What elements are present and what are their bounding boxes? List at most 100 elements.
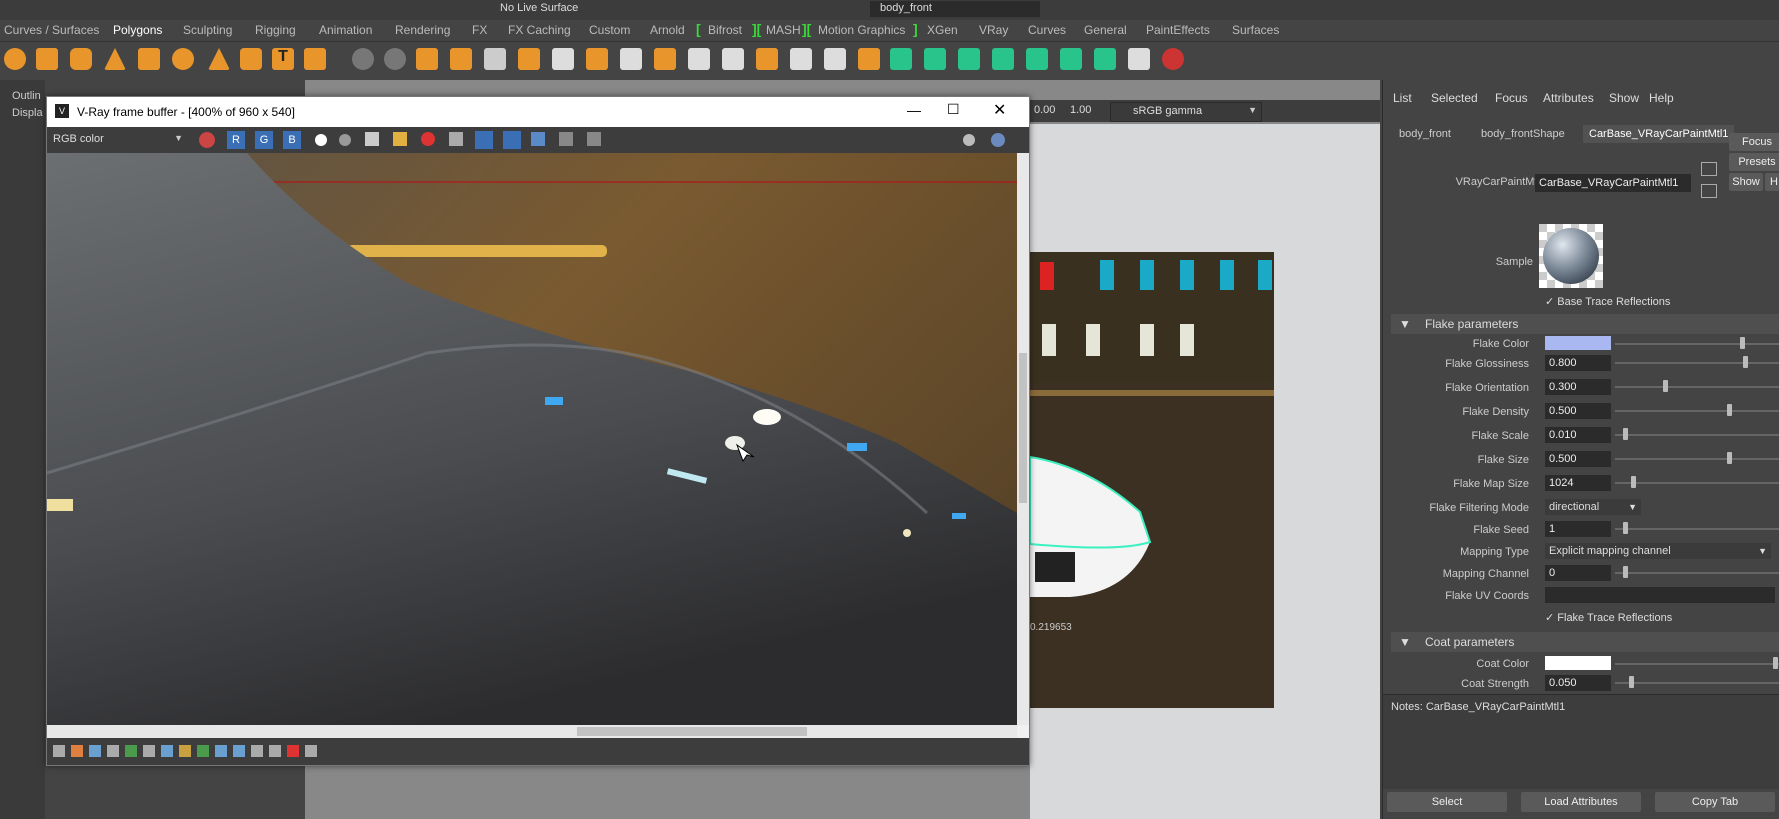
- display-label[interactable]: Displa: [12, 107, 43, 119]
- coat-color-knob[interactable]: [1773, 657, 1778, 669]
- quadrangulate-icon[interactable]: [654, 48, 676, 70]
- shelf-tab-curves[interactable]: Curves: [1028, 23, 1066, 37]
- extrude-icon[interactable]: [722, 48, 744, 70]
- hscroll-thumb[interactable]: [577, 727, 807, 736]
- shelf-tab-surfaces[interactable]: Surfaces: [1232, 23, 1279, 37]
- flake-color-slider[interactable]: [1615, 343, 1779, 345]
- tab-body-front[interactable]: body_front: [1393, 125, 1457, 143]
- uv-planar-icon[interactable]: [924, 48, 946, 70]
- cleanup-icon[interactable]: [586, 48, 608, 70]
- base-trace-reflections-checkbox[interactable]: ✓ Base Trace Reflections: [1545, 295, 1670, 308]
- focus-button[interactable]: Focus: [1729, 133, 1779, 151]
- poly-svg-icon[interactable]: [304, 48, 326, 70]
- poly-type-icon[interactable]: T: [272, 48, 294, 70]
- vscroll-thumb[interactable]: [1019, 353, 1027, 503]
- mirror-icon[interactable]: [552, 48, 574, 70]
- coat-strength-knob[interactable]: [1629, 676, 1634, 688]
- maximize-icon[interactable]: ☐: [947, 101, 960, 118]
- blue-channel-button[interactable]: B: [283, 131, 301, 149]
- vfb-title-bar[interactable]: V V-Ray frame buffer - [400% of 960 x 54…: [47, 97, 1029, 127]
- red-channel-button[interactable]: R: [227, 131, 245, 149]
- shelf-tab-vray[interactable]: VRay: [979, 23, 1008, 37]
- vray-frame-buffer-window[interactable]: V V-Ray frame buffer - [400% of 960 x 54…: [46, 96, 1030, 766]
- shelf-tab-fx-caching[interactable]: FX Caching: [508, 23, 571, 37]
- follow-mouse-icon[interactable]: [503, 131, 521, 149]
- flake-seed-slider[interactable]: [1615, 528, 1779, 530]
- uv-grid-icon[interactable]: [1128, 48, 1150, 70]
- load-attributes-button[interactable]: Load Attributes: [1521, 792, 1641, 812]
- lens-effects-icon[interactable]: [53, 745, 65, 757]
- flake-scale-knob[interactable]: [1623, 428, 1628, 440]
- shelf-tab-mash[interactable]: MASH: [766, 23, 801, 37]
- shelf-tab-curves-surfaces[interactable]: Curves / Surfaces: [4, 23, 99, 37]
- uv-auto-icon[interactable]: [1026, 48, 1048, 70]
- gamma-value[interactable]: 1.00: [1070, 104, 1091, 116]
- hide-button[interactable]: H: [1765, 173, 1779, 191]
- icc-icon[interactable]: [197, 745, 209, 757]
- open-folder-icon[interactable]: [393, 132, 407, 146]
- flake-parameters-section[interactable]: ▼ Flake parameters: [1391, 314, 1779, 334]
- stop-icon[interactable]: [587, 132, 601, 146]
- shelf-tab-sculpting[interactable]: Sculpting: [183, 23, 232, 37]
- uv-layout-icon[interactable]: [1094, 48, 1116, 70]
- uv-spherical-icon[interactable]: [992, 48, 1014, 70]
- colorspace-dropdown[interactable]: sRGB gamma ▼: [1110, 102, 1262, 122]
- flake-density-field[interactable]: 0.500: [1545, 403, 1611, 419]
- flake-orientation-knob[interactable]: [1663, 380, 1668, 392]
- flake-size-slider[interactable]: [1615, 458, 1779, 460]
- mapping-channel-slider[interactable]: [1615, 572, 1779, 574]
- flake-trace-reflections-checkbox[interactable]: ✓ Flake Trace Reflections: [1545, 611, 1672, 624]
- teapot-render-icon[interactable]: [991, 133, 1005, 147]
- object-name-field[interactable]: body_front: [870, 1, 1040, 17]
- flake-orientation-field[interactable]: 0.300: [1545, 379, 1611, 395]
- boolean-icon[interactable]: [450, 48, 472, 70]
- menu-help[interactable]: Help: [1649, 91, 1674, 105]
- flake-density-knob[interactable]: [1727, 404, 1732, 416]
- input-node-icon[interactable]: [1701, 162, 1717, 176]
- poly-cone-icon[interactable]: [104, 48, 126, 70]
- stereo-icon[interactable]: [305, 745, 317, 757]
- flake-map-size-field[interactable]: 1024: [1545, 475, 1611, 491]
- green-channel-button[interactable]: G: [255, 131, 273, 149]
- flake-scale-field[interactable]: 0.010: [1545, 427, 1611, 443]
- menu-attributes[interactable]: Attributes: [1543, 91, 1594, 105]
- flake-seed-knob[interactable]: [1623, 522, 1628, 534]
- tab-carpaint-material[interactable]: CarBase_VRayCarPaintMtl1: [1583, 125, 1735, 143]
- flake-density-slider[interactable]: [1615, 410, 1779, 412]
- coat-strength-slider[interactable]: [1615, 682, 1779, 684]
- shelf-tab-bifrost[interactable]: Bifrost: [708, 23, 742, 37]
- pixel-aspect-icon[interactable]: [287, 745, 299, 757]
- menu-show[interactable]: Show: [1609, 91, 1639, 105]
- shelf-tab-polygons[interactable]: Polygons: [113, 23, 162, 37]
- poly-plane-icon[interactable]: [138, 48, 160, 70]
- live-surface-label[interactable]: No Live Surface: [500, 2, 578, 14]
- cp-icon[interactable]: [1162, 48, 1184, 70]
- shelf-tab-rigging[interactable]: Rigging: [255, 23, 296, 37]
- reduce-icon[interactable]: [518, 48, 540, 70]
- fill-hole-icon[interactable]: [688, 48, 710, 70]
- coat-strength-field[interactable]: 0.050: [1545, 675, 1611, 691]
- vfb-horizontal-scrollbar[interactable]: [47, 725, 1017, 738]
- combine-icon[interactable]: [352, 48, 374, 70]
- shelf-tab-fx[interactable]: FX: [472, 23, 487, 37]
- show-button[interactable]: Show: [1729, 173, 1763, 191]
- flake-scale-slider[interactable]: [1615, 434, 1779, 436]
- flake-map-size-slider[interactable]: [1615, 482, 1779, 484]
- levels-icon[interactable]: [107, 745, 119, 757]
- shelf-tab-arnold[interactable]: Arnold: [650, 23, 685, 37]
- coat-color-swatch[interactable]: [1545, 656, 1611, 670]
- compare-icon[interactable]: [233, 745, 245, 757]
- flake-filtering-mode-dropdown[interactable]: directional ▼: [1545, 499, 1641, 515]
- mapping-type-dropdown[interactable]: Explicit mapping channel ▼: [1545, 543, 1771, 559]
- minimize-icon[interactable]: —: [907, 102, 921, 118]
- shelf-tab-motion-graphics[interactable]: Motion Graphics: [818, 23, 905, 37]
- flake-uv-coords-field[interactable]: [1545, 587, 1775, 603]
- color-correction-icon[interactable]: [71, 745, 83, 757]
- close-icon[interactable]: ✕: [993, 100, 1006, 120]
- link-icon[interactable]: [531, 132, 545, 146]
- flake-size-knob[interactable]: [1727, 452, 1732, 464]
- coat-color-slider[interactable]: [1615, 663, 1779, 665]
- flake-seed-field[interactable]: 1: [1545, 521, 1611, 537]
- mono-icon[interactable]: [339, 134, 351, 146]
- flake-size-field[interactable]: 0.500: [1545, 451, 1611, 467]
